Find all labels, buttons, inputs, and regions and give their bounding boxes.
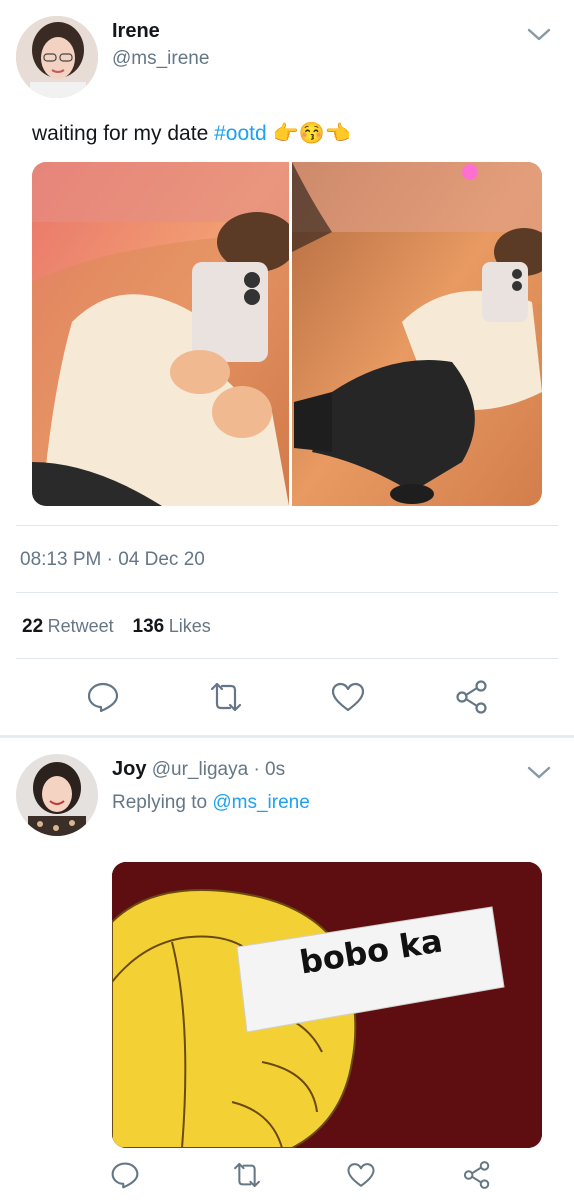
divider <box>16 525 558 526</box>
retweet-icon[interactable] <box>206 680 246 714</box>
emoji-text: 👉😚👈 <box>272 122 351 145</box>
like-icon[interactable] <box>330 681 366 713</box>
reply-author-handle[interactable]: @ur_ligaya <box>152 759 248 780</box>
hashtag-link[interactable]: #ootd <box>214 122 267 145</box>
share-icon[interactable] <box>454 680 490 714</box>
retweet-icon[interactable] <box>230 1160 264 1190</box>
chevron-down-icon[interactable] <box>527 24 551 49</box>
reply-header: Joy @ur_ligaya · 0s <box>112 758 285 781</box>
tweet-photos[interactable] <box>32 162 542 506</box>
author-handle[interactable]: @ms_irene <box>112 48 209 70</box>
reply-author-avatar[interactable] <box>16 754 98 836</box>
retweet-count[interactable]: 22 <box>22 616 43 637</box>
replying-to: Replying to @ms_irene <box>112 792 310 814</box>
replying-to-handle[interactable]: @ms_irene <box>212 792 309 813</box>
tweet-text: waiting for my date #ootd 👉😚👈 <box>32 122 351 146</box>
likes-count[interactable]: 136 <box>133 616 165 637</box>
section-separator <box>0 735 574 738</box>
author-avatar[interactable] <box>16 16 98 98</box>
like-icon[interactable] <box>346 1161 376 1189</box>
chevron-down-icon[interactable] <box>527 762 551 787</box>
likes-label[interactable]: Likes <box>169 616 211 636</box>
reply-author-name[interactable]: Joy <box>112 758 146 780</box>
divider <box>16 592 558 593</box>
share-icon[interactable] <box>462 1160 492 1190</box>
tweet-stats: 22 Retweet 136 Likes <box>22 616 211 638</box>
retweet-label[interactable]: Retweet <box>48 616 114 636</box>
tweet-text-prefix: waiting for my date <box>32 122 215 145</box>
reply-time: · 0s <box>253 759 286 780</box>
author-name[interactable]: Irene <box>112 20 160 43</box>
replying-to-label: Replying to <box>112 792 213 813</box>
divider <box>16 658 558 659</box>
reply-image[interactable]: bobo ka <box>112 862 542 1148</box>
tweet-timestamp: 08:13 PM · 04 Dec 20 <box>20 549 205 570</box>
reply-icon[interactable] <box>86 680 120 714</box>
reply-icon[interactable] <box>110 1160 140 1190</box>
